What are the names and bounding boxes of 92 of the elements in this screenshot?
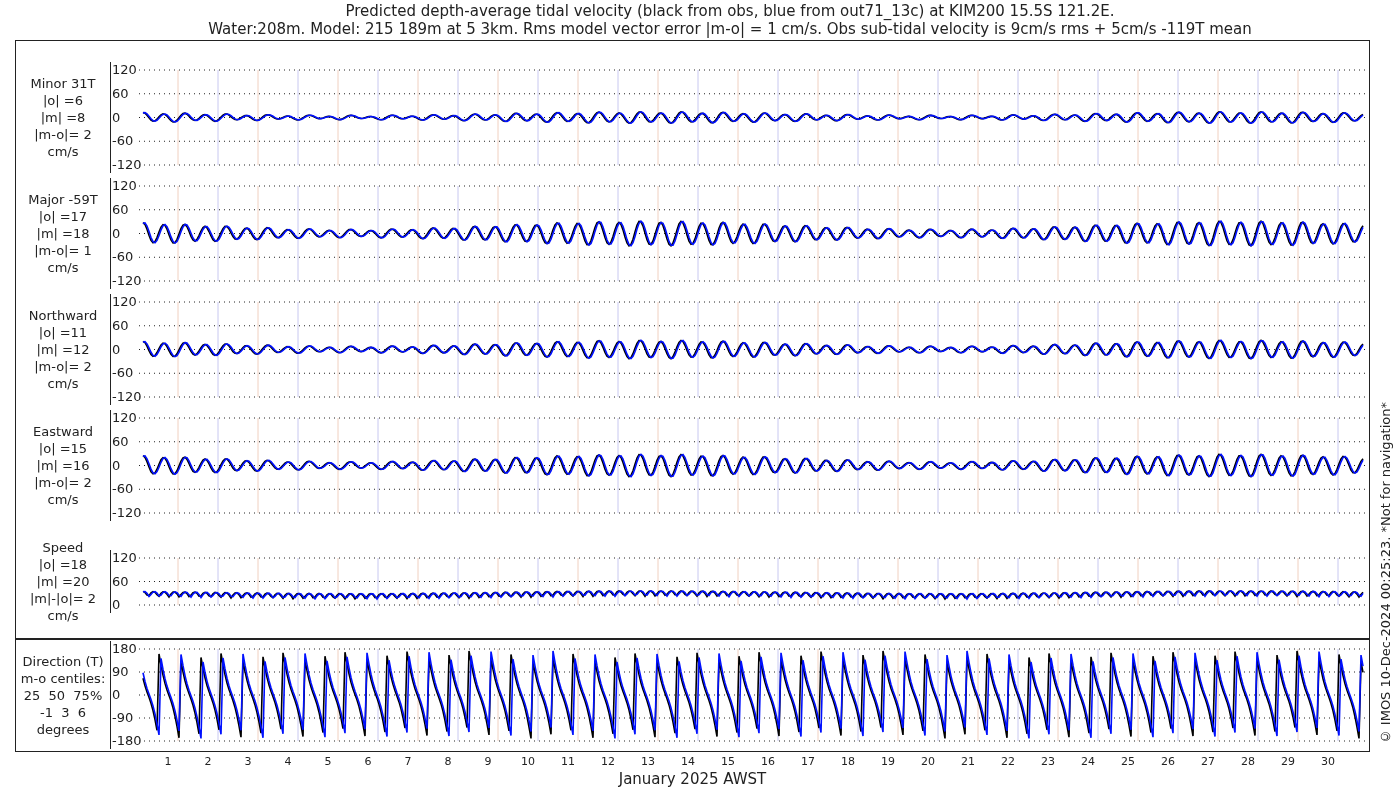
x-tick-label: 11 <box>560 754 576 768</box>
y-tick-label: -90 <box>111 710 135 726</box>
y-tick-label: 60 <box>111 85 130 102</box>
chart-title: Water:208m. Model: 215 189m at 5 3km. Rms model vector error |m-o| = 1 cm/s. Obs sub-tidal velocity is 9cm/s rms + 5cm/s -119T mean <box>208 20 1252 38</box>
x-tick-label: 22 <box>1000 754 1016 768</box>
panel-label: |m-o|= 2 <box>34 474 92 491</box>
panel-label: -1 3 6 <box>39 703 86 721</box>
panel-label: cm/s <box>47 143 79 160</box>
y-tick-label: -60 <box>111 481 135 498</box>
x-tick-label: 27 <box>1200 754 1216 768</box>
y-tick-label: -60 <box>111 365 135 382</box>
panel-label: |o| =17 <box>38 208 88 225</box>
panel-label: cm/s <box>47 491 79 508</box>
x-tick-label: 5 <box>323 754 333 768</box>
y-tick-label: -60 <box>111 133 135 150</box>
y-tick-label: -60 <box>111 249 135 266</box>
x-tick-label: 2 <box>203 754 213 768</box>
panel-label: Direction (T) <box>22 652 104 670</box>
y-tick-label: 120 <box>111 410 138 426</box>
panel-label: |o| =6 <box>43 92 83 109</box>
x-tick-label: 14 <box>680 754 696 768</box>
x-tick-label: 3 <box>243 754 253 768</box>
x-tick-label: 8 <box>443 754 453 768</box>
y-tick-label: 60 <box>111 317 130 334</box>
x-tick-label: 21 <box>960 754 976 768</box>
x-tick-label: 12 <box>600 754 616 768</box>
x-tick-label: 29 <box>1280 754 1296 768</box>
x-tick-label: 28 <box>1240 754 1256 768</box>
panel-label: |m| =12 <box>36 341 90 358</box>
x-tick-label: 25 <box>1120 754 1136 768</box>
x-tick-label: 9 <box>483 754 493 768</box>
x-tick-label: 23 <box>1040 754 1056 768</box>
y-tick-label: 0 <box>111 341 122 358</box>
x-tick-label: 1 <box>163 754 173 768</box>
panel-label: Major -59T <box>28 191 98 208</box>
panel-label: |o| =11 <box>38 324 88 341</box>
x-tick-label: 16 <box>760 754 776 768</box>
panel-label: |m| =8 <box>40 109 86 126</box>
x-tick-label: 19 <box>880 754 896 768</box>
x-tick-label: 30 <box>1320 754 1336 768</box>
y-tick-label: 120 <box>111 178 138 194</box>
y-tick-label: 60 <box>111 433 130 450</box>
x-tick-label: 24 <box>1080 754 1096 768</box>
y-tick-label: 90 <box>111 664 130 680</box>
panel-label: 25 50 75% <box>23 686 103 704</box>
panel-label: |m-o|= 2 <box>34 126 92 143</box>
y-tick-label: -120 <box>111 505 139 521</box>
x-tick-label: 13 <box>640 754 656 768</box>
y-tick-label: 0 <box>111 597 122 613</box>
panel-label: |m| =18 <box>36 225 90 242</box>
panel-label: |m| =16 <box>36 457 90 474</box>
x-tick-label: 7 <box>403 754 413 768</box>
y-tick-label: 60 <box>111 201 130 218</box>
chart-title: Predicted depth-average tidal velocity (black from obs, blue from out71_13c) at KIM200 15.5S 121.2E. <box>345 2 1115 20</box>
x-tick-label: 26 <box>1160 754 1176 768</box>
x-tick-label: 6 <box>363 754 373 768</box>
panel-label: |m|-|o|= 2 <box>29 589 97 607</box>
panel-label: Northward <box>28 307 98 324</box>
y-tick-label: 120 <box>111 294 138 310</box>
panel-label: Speed <box>42 538 84 556</box>
panel-label: |o| =15 <box>38 440 88 457</box>
y-tick-label: -120 <box>111 273 139 289</box>
y-tick-label: -120 <box>111 157 139 173</box>
y-tick-label: 120 <box>111 62 138 78</box>
y-tick-label: 0 <box>111 457 122 474</box>
y-tick-label: 180 <box>111 641 138 657</box>
y-tick-label: 120 <box>111 550 138 566</box>
panel-label: |m-o|= 2 <box>34 358 92 375</box>
panel-label: cm/s <box>47 606 79 624</box>
y-tick-label: 0 <box>111 687 122 703</box>
y-tick-label: 0 <box>111 225 122 242</box>
x-tick-label: 4 <box>283 754 293 768</box>
x-tick-label: 10 <box>520 754 536 768</box>
y-tick-label: 60 <box>111 573 130 590</box>
panel-label: degrees <box>36 720 90 738</box>
panel-label: Eastward <box>33 423 93 440</box>
panel-label: |m| =20 <box>36 572 90 590</box>
panel-label: cm/s <box>47 375 79 392</box>
panel-label: m-o centiles: <box>20 669 106 687</box>
panel-label: cm/s <box>47 259 79 276</box>
y-tick-label: -180 <box>111 733 139 749</box>
x-tick-label: 15 <box>720 754 736 768</box>
x-axis-title: January 2025 AWST <box>618 770 767 788</box>
panel-label: Minor 31T <box>30 75 96 92</box>
panel-label: |m-o|= 1 <box>34 242 92 259</box>
copyright-notice: © IMOS 10-Dec-2024 00:25:23. *Not for navigation* <box>1377 401 1393 744</box>
y-tick-label: 0 <box>111 109 122 126</box>
x-tick-label: 17 <box>800 754 816 768</box>
x-tick-label: 20 <box>920 754 936 768</box>
panel-label: |o| =18 <box>38 555 88 573</box>
y-tick-label: -120 <box>111 389 139 405</box>
x-tick-label: 18 <box>840 754 856 768</box>
